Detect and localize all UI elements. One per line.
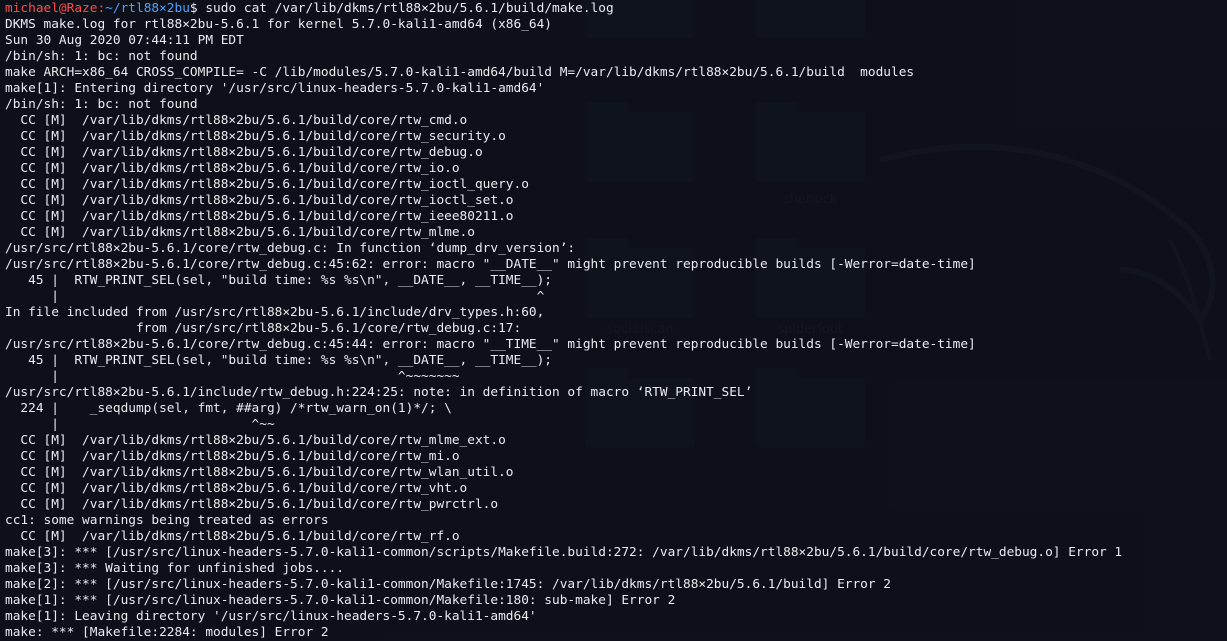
output-line: /bin/sh: 1: bc: not found (5, 97, 198, 112)
output-line: CC [M] /var/lib/dkms/rtl88×2bu/5.6.1/bui… (5, 449, 460, 464)
output-line: /usr/src/rtl88×2bu-5.6.1/core/rtw_debug.… (5, 241, 576, 256)
output-line: make[3]: *** [/usr/src/linux-headers-5.7… (5, 545, 1123, 560)
output-line: CC [M] /var/lib/dkms/rtl88×2bu/5.6.1/bui… (5, 497, 499, 512)
output-line: | ^~~ (5, 417, 275, 432)
prompt-user: michael@Raze (5, 1, 98, 16)
output-line: CC [M] /var/lib/dkms/rtl88×2bu/5.6.1/bui… (5, 161, 460, 176)
output-line: CC [M] /var/lib/dkms/rtl88×2bu/5.6.1/bui… (5, 433, 506, 448)
output-line: CC [M] /var/lib/dkms/rtl88×2bu/5.6.1/bui… (5, 225, 475, 240)
output-line: CC [M] /var/lib/dkms/rtl88×2bu/5.6.1/bui… (5, 193, 514, 208)
output-line: from /usr/src/rtl88×2bu-5.6.1/core/rtw_d… (5, 321, 522, 336)
output-line: 224 | _seqdump(sel, fmt, ##arg) /*rtw_wa… (5, 401, 452, 416)
output-line: CC [M] /var/lib/dkms/rtl88×2bu/5.6.1/bui… (5, 113, 468, 128)
output-line: CC [M] /var/lib/dkms/rtl88×2bu/5.6.1/bui… (5, 177, 529, 192)
command-prompt-line: michael@Raze:~/rtl88×2bu$ sudo cat /var/… (5, 1, 1227, 17)
output-line: | ^~~~~~~~ (5, 369, 460, 384)
output-line: CC [M] /var/lib/dkms/rtl88×2bu/5.6.1/bui… (5, 209, 514, 224)
output-line: | ^ (5, 289, 545, 304)
output-line: CC [M] /var/lib/dkms/rtl88×2bu/5.6.1/bui… (5, 465, 514, 480)
output-line: /bin/sh: 1: bc: not found (5, 49, 198, 64)
prompt-dollar: $ (189, 1, 206, 16)
output-line: 45 | RTW_PRINT_SEL(sel, "build time: %s … (5, 353, 553, 368)
prompt-separator: : (97, 1, 106, 16)
prompt-path: ~/rtl88×2bu (105, 1, 190, 16)
output-line: CC [M] /var/lib/dkms/rtl88×2bu/5.6.1/bui… (5, 481, 468, 496)
output-line: make[1]: Leaving directory '/usr/src/lin… (5, 609, 537, 624)
output-line: Sun 30 Aug 2020 07:44:11 PM EDT (5, 33, 244, 48)
output-line: make: *** [Makefile:2284: modules] Error… (5, 625, 329, 640)
terminal-window[interactable]: michael@Raze:~/rtl88×2bu$ sudo cat /var/… (0, 0, 1227, 641)
output-line: make[1]: Entering directory '/usr/src/li… (5, 81, 545, 96)
output-line: make[3]: *** Waiting for unfinished jobs… (5, 561, 344, 576)
output-line: 45 | RTW_PRINT_SEL(sel, "build time: %s … (5, 273, 553, 288)
output-line: cc1: some warnings being treated as erro… (5, 513, 329, 528)
output-line: make[1]: *** [/usr/src/linux-headers-5.7… (5, 593, 676, 608)
output-line: CC [M] /var/lib/dkms/rtl88×2bu/5.6.1/bui… (5, 129, 506, 144)
output-line: In file included from /usr/src/rtl88×2bu… (5, 305, 545, 320)
output-line: make[2]: *** [/usr/src/linux-headers-5.7… (5, 577, 892, 592)
output-line: /usr/src/rtl88×2bu-5.6.1/core/rtw_debug.… (5, 337, 976, 352)
output-line: make ARCH=x86_64 CROSS_COMPILE= -C /lib/… (5, 65, 915, 80)
prompt-command: sudo cat /var/lib/dkms/rtl88×2bu/5.6.1/b… (205, 1, 614, 16)
output-line: CC [M] /var/lib/dkms/rtl88×2bu/5.6.1/bui… (5, 145, 483, 160)
output-line: /usr/src/rtl88×2bu-5.6.1/core/rtw_debug.… (5, 257, 976, 272)
output-line: DKMS make.log for rtl88×2bu-5.6.1 for ke… (5, 17, 553, 32)
output-line: /usr/src/rtl88×2bu-5.6.1/include/rtw_deb… (5, 385, 753, 400)
output-line: CC [M] /var/lib/dkms/rtl88×2bu/5.6.1/bui… (5, 529, 460, 544)
